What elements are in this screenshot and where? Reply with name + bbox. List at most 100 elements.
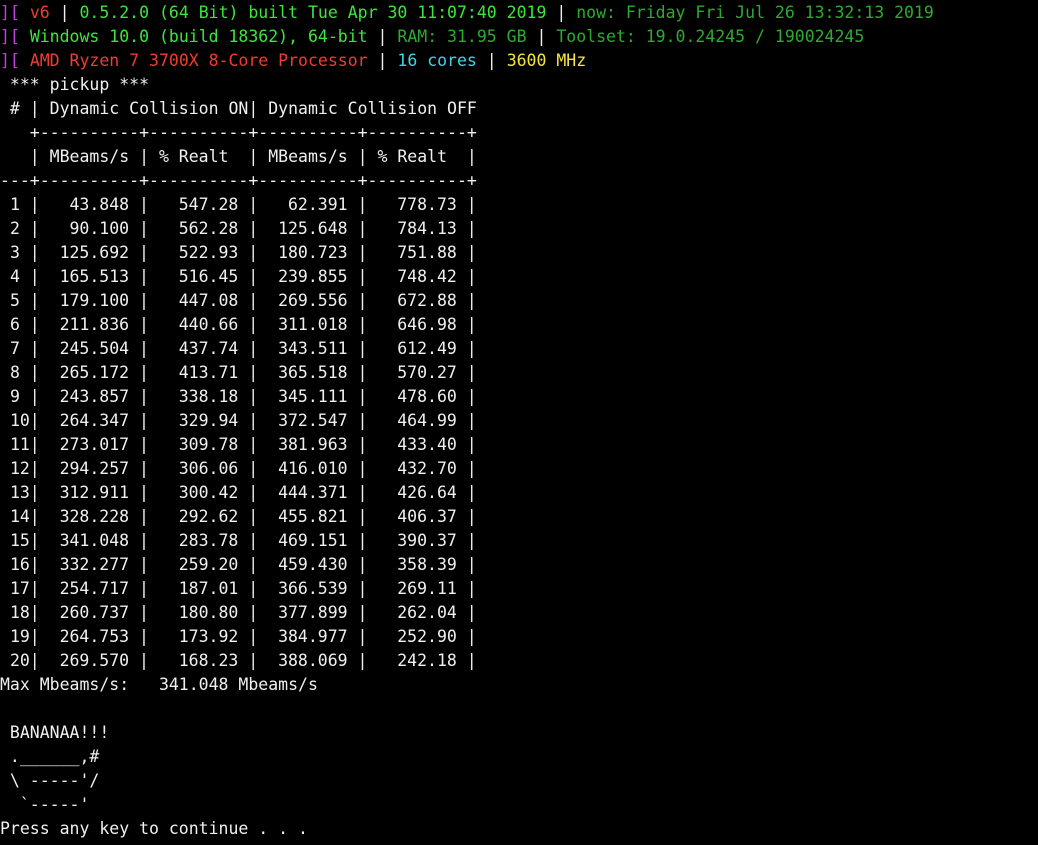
column-separator: | — [466, 267, 477, 286]
row-number-cell: 14 — [0, 505, 30, 529]
cell-off-realt: 433.40 — [397, 435, 467, 454]
column-separator: | — [357, 291, 368, 310]
current-time: now: Friday Fri Jul 26 13:32:13 2019 — [576, 3, 934, 22]
table-row: 18| 260.737 | 180.80 | 377.899 | 262.04 | — [0, 601, 1038, 625]
table-row: 9 | 243.857 | 338.18 | 345.111 | 478.60 | — [0, 385, 1038, 409]
cell-on-mbeams: 90.100 — [69, 219, 140, 238]
row-number: 12 — [9, 459, 30, 478]
separator: | — [367, 27, 398, 46]
console-window[interactable]: ][ v6 | 0.5.2.0 (64 Bit) built Tue Apr 3… — [0, 0, 1038, 845]
row-number: 7 — [9, 339, 20, 358]
cell-on-realt: 338.18 — [178, 387, 249, 406]
cell-on-mbeams: 341.048 — [59, 531, 140, 550]
cell-on-mbeams: 260.737 — [59, 603, 140, 622]
column-separator: | — [248, 339, 259, 358]
cell-on-realt: 306.06 — [178, 459, 249, 478]
cell-off-mbeams: 455.821 — [278, 507, 358, 526]
table-row: 15| 341.048 | 283.78 | 469.151 | 390.37 | — [0, 529, 1038, 553]
row-number-cell: 2 — [0, 217, 30, 241]
row-number-cell: 6 — [0, 313, 30, 337]
column-separator: | — [357, 603, 368, 622]
column-separator: | — [248, 483, 259, 502]
column-separator: | — [248, 627, 259, 646]
cell-off-realt: 784.13 — [397, 219, 467, 238]
cell-on-realt: 516.45 — [178, 267, 249, 286]
cell-on-mbeams: 312.911 — [59, 483, 140, 502]
cell-on-mbeams: 264.753 — [59, 627, 140, 646]
table-row: 19| 264.753 | 173.92 | 384.977 | 252.90 | — [0, 625, 1038, 649]
column-separator: | — [248, 315, 259, 334]
cell-off-mbeams: 125.648 — [278, 219, 358, 238]
table-row: 2 | 90.100 | 562.28 | 125.648 | 784.13 | — [0, 217, 1038, 241]
cell-on-mbeams: 294.257 — [59, 459, 140, 478]
cell-on-realt: 547.28 — [178, 195, 249, 214]
column-separator: | — [466, 651, 477, 670]
column-separator: | — [357, 243, 368, 262]
cell-off-realt: 252.90 — [397, 627, 467, 646]
row-number-cell: 15 — [0, 529, 30, 553]
column-separator: | — [357, 411, 368, 430]
column-separator: | — [29, 219, 40, 238]
column-separator: | — [29, 603, 40, 622]
column-separator: | — [29, 579, 40, 598]
cores-info: 16 cores — [397, 51, 477, 70]
cell-off-realt: 242.18 — [397, 651, 467, 670]
cell-on-realt: 329.94 — [178, 411, 249, 430]
column-separator: | — [466, 555, 477, 574]
table-row: 3 | 125.692 | 522.93 | 180.723 | 751.88 | — [0, 241, 1038, 265]
table-row: 14| 328.228 | 292.62 | 455.821 | 406.37 | — [0, 505, 1038, 529]
table-row: 4 | 165.513 | 516.45 | 239.855 | 748.42 | — [0, 265, 1038, 289]
max-mbeams-summary: Max Mbeams/s: 341.048 Mbeams/s — [0, 675, 318, 694]
row-number: 11 — [9, 435, 30, 454]
cell-off-mbeams: 311.018 — [278, 315, 358, 334]
cell-off-realt: 778.73 — [397, 195, 467, 214]
column-separator: | — [248, 387, 259, 406]
cell-off-mbeams: 345.111 — [278, 387, 358, 406]
column-separator: | — [139, 315, 149, 334]
cell-on-realt: 447.08 — [178, 291, 249, 310]
cell-on-realt: 180.80 — [178, 603, 249, 622]
cell-on-mbeams: 328.228 — [59, 507, 140, 526]
cell-off-mbeams: 239.855 — [278, 267, 358, 286]
cell-on-mbeams: 243.857 — [59, 387, 140, 406]
column-separator: | — [248, 267, 259, 286]
row-number: 6 — [9, 315, 20, 334]
ascii-art-line: .______,# — [0, 747, 100, 766]
version-label: v6 — [29, 3, 50, 22]
separator: | — [49, 3, 80, 22]
column-separator: | — [29, 411, 40, 430]
column-separator: | — [139, 627, 149, 646]
column-separator: | — [357, 651, 368, 670]
column-separator: | — [29, 315, 40, 334]
separator: | — [476, 51, 507, 70]
os-info: Windows 10.0 (build 18362), 64-bit — [29, 27, 368, 46]
column-separator: | — [139, 267, 149, 286]
cell-on-realt: 522.93 — [178, 243, 249, 262]
column-separator: | — [466, 531, 477, 550]
cell-on-realt: 292.62 — [178, 507, 249, 526]
column-separator: | — [357, 387, 368, 406]
cell-on-mbeams: 245.504 — [59, 339, 140, 358]
column-separator: | — [466, 507, 477, 526]
build-info: 0.5.2.0 (64 Bit) built Tue Apr 30 11:07:… — [79, 3, 547, 22]
column-separator: | — [248, 435, 259, 454]
table-row: 1 | 43.848 | 547.28 | 62.391 | 778.73 | — [0, 193, 1038, 217]
column-separator: | — [357, 459, 368, 478]
header-line-os: ][ Windows 10.0 (build 18362), 64-bit | … — [0, 25, 1038, 49]
cell-off-mbeams: 384.977 — [278, 627, 358, 646]
column-separator: | — [139, 219, 149, 238]
table-row: 5 | 179.100 | 447.08 | 269.556 | 672.88 | — [0, 289, 1038, 313]
row-number-cell: 8 — [0, 361, 30, 385]
cell-off-mbeams: 269.556 — [278, 291, 358, 310]
column-separator: | — [139, 459, 149, 478]
column-separator: | — [248, 579, 259, 598]
column-separator: | — [29, 363, 40, 382]
cell-off-mbeams: 343.511 — [278, 339, 358, 358]
cell-off-realt: 478.60 — [397, 387, 467, 406]
cell-on-mbeams: 269.570 — [59, 651, 140, 670]
row-number-cell: 1 — [0, 193, 30, 217]
column-separator: | — [248, 531, 259, 550]
table-row: 12| 294.257 | 306.06 | 416.010 | 432.70 | — [0, 457, 1038, 481]
row-number: 13 — [9, 483, 30, 502]
row-number: 15 — [9, 531, 30, 550]
